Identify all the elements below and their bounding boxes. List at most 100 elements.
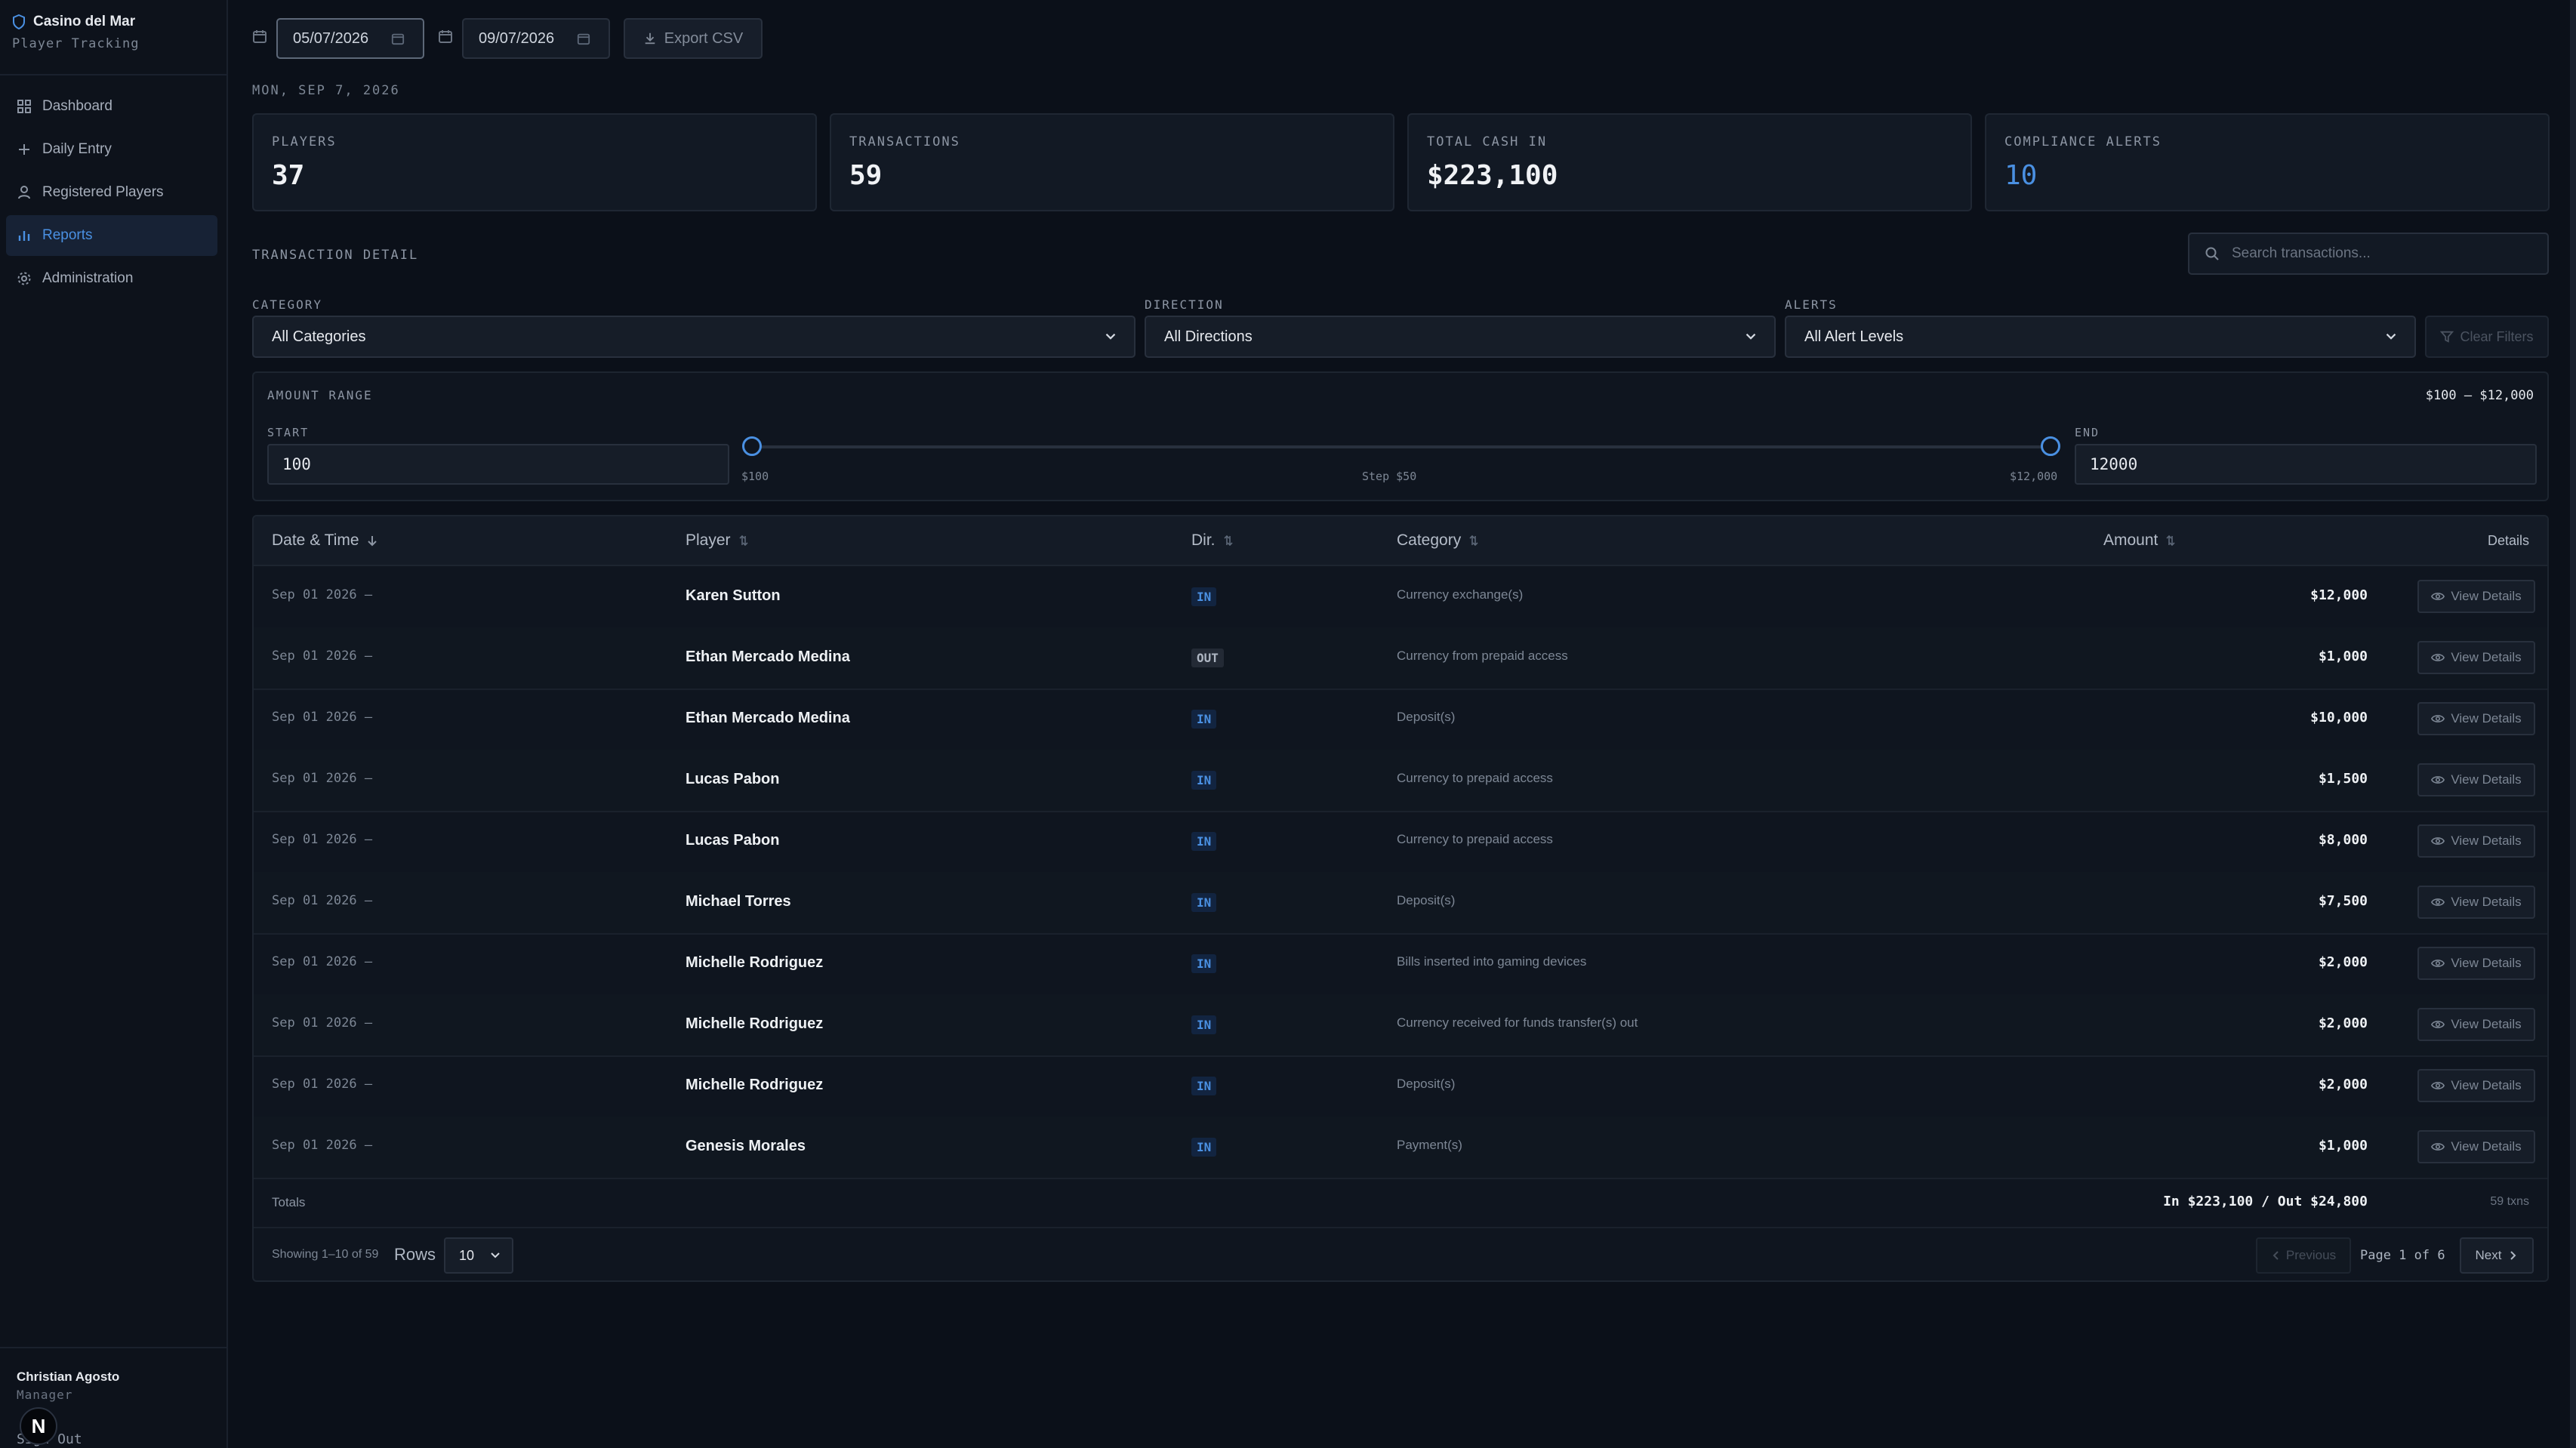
column-amount[interactable]: Amount — [2103, 531, 2176, 550]
stat-label: TRANSACTIONS — [849, 134, 960, 149]
eye-icon — [2431, 1080, 2445, 1091]
app-subtitle: Player Tracking — [12, 36, 140, 51]
sidebar-item-label: Daily Entry — [42, 141, 112, 157]
range-slider-thumb-low[interactable] — [742, 436, 762, 456]
search-icon — [2205, 246, 2220, 261]
pagination-bar: Showing 1–10 of 59 Rows 10 Previous Page… — [254, 1228, 2547, 1280]
direction-value: All Directions — [1164, 328, 1253, 345]
sidebar-item-label: Reports — [42, 227, 93, 243]
rows-per-page-select[interactable]: 10 — [444, 1237, 513, 1274]
view-details-label: View Details — [2451, 650, 2522, 664]
cell-category: Currency exchange(s) — [1397, 587, 1524, 602]
column-category-label: Category — [1397, 531, 1462, 549]
column-player[interactable]: Player — [686, 531, 749, 550]
sidebar-item-administration[interactable]: Administration — [6, 258, 217, 299]
cell-amount: $2,000 — [2318, 1015, 2368, 1031]
grid-icon — [17, 99, 32, 114]
page-info: Page 1 of 6 — [2360, 1248, 2445, 1263]
transactions-table: Date & Time Player Dir. Category Amount — [252, 515, 2549, 1282]
column-direction[interactable]: Dir. — [1191, 531, 1234, 550]
export-csv-button[interactable]: Export CSV — [624, 18, 763, 59]
plus-icon — [17, 142, 32, 157]
view-details-label: View Details — [2451, 956, 2522, 970]
eye-icon — [2431, 652, 2445, 663]
direction-select[interactable]: All Directions — [1145, 316, 1776, 358]
calendar-icon[interactable] — [577, 32, 590, 45]
view-details-label: View Details — [2451, 1139, 2522, 1154]
date-from-input[interactable]: 05/07/2026 — [276, 18, 424, 59]
column-player-label: Player — [686, 531, 731, 549]
view-details-button[interactable]: View Details — [2417, 641, 2535, 674]
end-label: END — [2075, 426, 2100, 439]
eye-icon — [2431, 1141, 2445, 1152]
chevron-down-icon — [488, 1248, 503, 1263]
direction-badge: IN — [1191, 771, 1217, 790]
section-title: TRANSACTION DETAIL — [252, 248, 419, 263]
cell-player: Michelle Rodriguez — [686, 954, 824, 971]
chevron-down-icon — [2383, 328, 2399, 345]
cell-player: Lucas Pabon — [686, 832, 780, 849]
range-end-input[interactable]: 12000 — [2075, 444, 2537, 485]
stat-value: $223,100 — [1427, 160, 1558, 191]
chevron-down-icon — [1742, 328, 1759, 345]
direction-badge: IN — [1191, 954, 1217, 973]
view-details-button[interactable]: View Details — [2417, 886, 2535, 919]
cell-category: Deposit(s) — [1397, 1077, 1456, 1091]
view-details-button[interactable]: View Details — [2417, 1008, 2535, 1041]
range-title: AMOUNT RANGE — [267, 388, 373, 402]
cell-category: Currency received for funds transfer(s) … — [1397, 1015, 1638, 1030]
clear-filters-label: Clear Filters — [2460, 328, 2534, 344]
view-details-button[interactable]: View Details — [2417, 1069, 2535, 1102]
view-details-label: View Details — [2451, 833, 2522, 848]
eye-icon — [2431, 836, 2445, 846]
column-category[interactable]: Category — [1397, 531, 1479, 550]
search-input[interactable] — [2230, 245, 2535, 263]
category-select[interactable]: All Categories — [252, 316, 1135, 358]
sidebar-item-reports[interactable]: Reports — [6, 215, 217, 256]
cell-amount: $2,000 — [2318, 954, 2368, 970]
table-row: Sep 01 2026 — Ethan Mercado Medina IN Depos… — [254, 689, 2547, 751]
cell-amount: $8,000 — [2318, 832, 2368, 848]
previous-page-button[interactable]: Previous — [2256, 1237, 2351, 1274]
range-start-input[interactable]: 100 — [267, 444, 729, 485]
view-details-button[interactable]: View Details — [2417, 824, 2535, 858]
eye-icon — [2431, 775, 2445, 785]
stat-value: 59 — [849, 160, 883, 191]
table-header: Date & Time Player Dir. Category Amount — [254, 516, 2547, 566]
calendar-icon — [252, 29, 267, 44]
clear-filters-button[interactable]: Clear Filters — [2425, 316, 2549, 358]
calendar-icon[interactable] — [391, 32, 405, 45]
rows-value: 10 — [459, 1247, 475, 1263]
cell-player: Michelle Rodriguez — [686, 1015, 824, 1032]
cell-amount: $1,000 — [2318, 649, 2368, 664]
totals-row: Totals In $223,100 / Out $24,800 59 txns — [254, 1177, 2547, 1228]
view-details-label: View Details — [2451, 711, 2522, 726]
cell-date: Sep 01 2026 — — [272, 587, 373, 602]
view-details-button[interactable]: View Details — [2417, 580, 2535, 613]
scrollbar-track[interactable] — [2570, 0, 2576, 1448]
column-direction-label: Dir. — [1191, 531, 1216, 549]
cell-date: Sep 01 2026 — — [272, 1015, 373, 1031]
eye-icon — [2431, 958, 2445, 969]
sidebar-item-daily-entry[interactable]: Daily Entry — [6, 129, 217, 170]
export-label: Export CSV — [664, 29, 744, 47]
view-details-button[interactable]: View Details — [2417, 947, 2535, 980]
avatar[interactable]: N — [20, 1407, 57, 1445]
view-details-label: View Details — [2451, 895, 2522, 909]
view-details-button[interactable]: View Details — [2417, 763, 2535, 796]
range-slider-track[interactable] — [752, 445, 2051, 448]
view-details-button[interactable]: View Details — [2417, 1130, 2535, 1163]
alerts-label: ALERTS — [1785, 297, 1838, 312]
column-date[interactable]: Date & Time — [272, 531, 377, 550]
alerts-select[interactable]: All Alert Levels — [1785, 316, 2416, 358]
sidebar-item-dashboard[interactable]: Dashboard — [6, 86, 217, 127]
cell-amount: $10,000 — [2310, 710, 2368, 726]
direction-badge: IN — [1191, 1015, 1217, 1034]
download-icon — [643, 32, 657, 45]
sidebar-nav: Dashboard Daily Entry Registered Players… — [6, 86, 217, 301]
date-to-input[interactable]: 09/07/2026 — [462, 18, 610, 59]
range-slider-thumb-high[interactable] — [2041, 436, 2060, 456]
sidebar-item-registered-players[interactable]: Registered Players — [6, 172, 217, 213]
view-details-button[interactable]: View Details — [2417, 702, 2535, 735]
next-page-button[interactable]: Next — [2460, 1237, 2534, 1274]
